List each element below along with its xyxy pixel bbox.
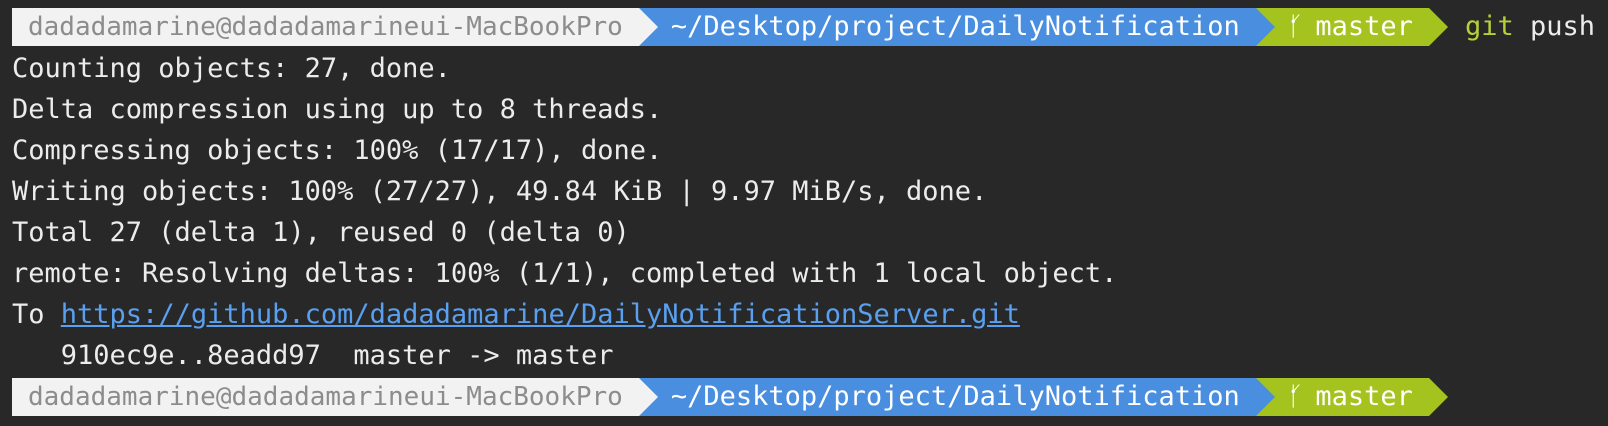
output-line: Total 27 (delta 1), reused 0 (delta 0) — [12, 217, 630, 248]
prompt-directory: ~/Desktop/project/DailyNotification — [670, 381, 1240, 412]
output-line: Compressing objects: 100% (17/17), done. — [12, 135, 663, 166]
command-args: push — [1529, 11, 1596, 42]
prompt-user-host-segment: dadadamarine@dadadamarineui-MacBookPro — [12, 378, 658, 416]
prompt-git-branch-segment: ᚶ master — [1255, 8, 1449, 46]
prompt-line-2: dadadamarine@dadadamarineui-MacBookPro ~… — [12, 378, 1608, 416]
output-line: Writing objects: 100% (27/27), 49.84 KiB… — [12, 176, 988, 207]
prompt-branch-name: master — [1315, 11, 1413, 42]
remote-prefix: To — [12, 299, 61, 330]
git-branch-icon: ᚶ — [1287, 382, 1304, 412]
output-line: remote: Resolving deltas: 100% (1/1), co… — [12, 258, 1118, 289]
output-line: Delta compression using up to 8 threads. — [12, 94, 663, 125]
ref-update-line: 910ec9e..8eadd97 master -> master — [12, 340, 614, 371]
prompt-directory-segment: ~/Desktop/project/DailyNotification — [638, 378, 1275, 416]
prompt-user-host-segment: dadadamarine@dadadamarineui-MacBookPro — [12, 8, 658, 46]
remote-url-line: To https://github.com/dadadamarine/Daily… — [12, 294, 1608, 335]
prompt-directory-segment: ~/Desktop/project/DailyNotification — [638, 8, 1275, 46]
prompt-user-host: dadadamarine@dadadamarineui-MacBookPro — [28, 382, 623, 412]
terminal-window[interactable]: dadadamarine@dadadamarineui-MacBookPro ~… — [0, 0, 1608, 426]
typed-command: git push — [1465, 8, 1595, 46]
output-line: Counting objects: 27, done. — [12, 53, 451, 84]
prompt-directory: ~/Desktop/project/DailyNotification — [670, 11, 1240, 42]
prompt-branch-name: master — [1315, 381, 1413, 412]
prompt-git-branch-segment: ᚶ master — [1255, 378, 1449, 416]
remote-url-link[interactable]: https://github.com/dadadamarine/DailyNot… — [61, 299, 1020, 330]
command-output: Counting objects: 27, done. Delta compre… — [12, 48, 1608, 376]
command-name: git — [1464, 11, 1514, 42]
prompt-user-host: dadadamarine@dadadamarineui-MacBookPro — [28, 12, 623, 42]
git-branch-icon: ᚶ — [1287, 12, 1304, 42]
prompt-line-1: dadadamarine@dadadamarineui-MacBookPro ~… — [12, 8, 1608, 46]
